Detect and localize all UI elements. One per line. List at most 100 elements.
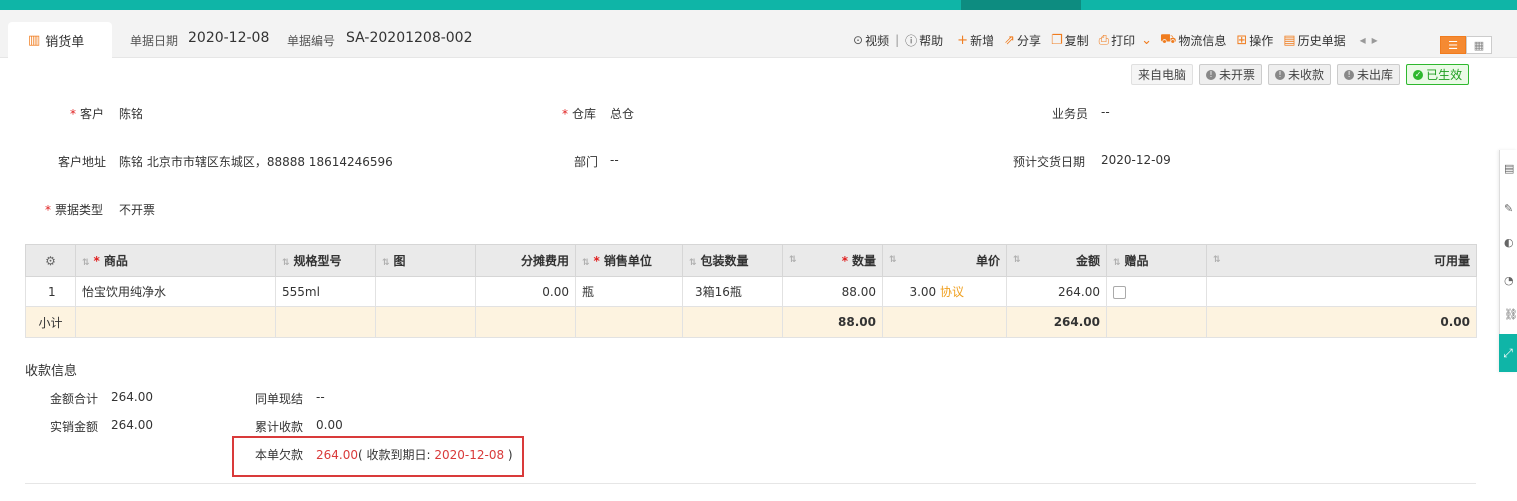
check-icon: ✓ [1413, 69, 1424, 80]
column-header-image[interactable]: ⇅ 图 [375, 244, 476, 277]
cell-gift[interactable] [1106, 276, 1207, 307]
print-label: 打印 [1111, 33, 1136, 48]
add-button[interactable]: + 新增 [957, 32, 994, 49]
next-arrow-icon[interactable]: ▸ [1372, 33, 1378, 47]
history-button[interactable]: ▤ 历史单据 [1283, 32, 1345, 49]
available-header-text: 可用量 [1433, 254, 1470, 268]
column-header-pack[interactable]: ⇅ 包装数量 [682, 244, 783, 277]
column-header-unit[interactable]: ⇅ * 销售单位 [575, 244, 683, 277]
logistics-label: 物流信息 [1178, 33, 1227, 48]
printer-icon: ⎙ [1098, 32, 1110, 48]
status-dot-icon: ! [1275, 69, 1286, 80]
document-icon: ▤ [1283, 32, 1296, 48]
cell-image[interactable] [375, 276, 476, 307]
settle-value[interactable]: -- [316, 390, 325, 404]
copy-button[interactable]: ❐ 复制 [1051, 32, 1089, 49]
column-header-product[interactable]: ⇅ * 商品 [75, 244, 276, 277]
subtotal-empty [475, 306, 576, 338]
column-header-price[interactable]: ⇅ 单价 [882, 244, 1007, 277]
delivery-date-label: 预计交货日期 [1013, 155, 1086, 169]
expand-button[interactable]: ⤢ [1499, 334, 1517, 372]
table-row[interactable]: 1 怡宝饮用纯净水 555ml 0.00 瓶 3箱16瓶 88.00 3.00 … [25, 276, 1477, 307]
bottom-divider [25, 483, 1476, 484]
clock-icon[interactable]: ◔ [1504, 274, 1514, 287]
qty-header-text: 数量 [851, 254, 876, 268]
edit-icon[interactable]: ✎ [1504, 202, 1513, 215]
subtotal-row: 小计 88.00 264.00 0.00 [25, 306, 1477, 338]
question-icon: ⓘ [905, 33, 918, 48]
invoice-status-badge: ! 未开票 [1199, 64, 1263, 85]
cell-amount[interactable]: 264.00 [1006, 276, 1107, 307]
cell-pack[interactable]: 3箱16瓶 [682, 276, 783, 307]
subtotal-empty [882, 306, 1007, 338]
customer-value[interactable]: 陈铭 [119, 105, 143, 122]
line-items-table: ⚙ ⇅ * 商品 ⇅ 规格型号 ⇅ 图 分摊费用 ⇅ * 销售单位 ⇅ 包装数量 ⇅ * 数量 ⇅… [25, 244, 1477, 338]
card-view-button[interactable]: ▦ [1466, 36, 1492, 54]
copy-label: 复制 [1064, 33, 1089, 48]
status-badges: 来自电脑 ! 未开票 ! 未收款 ! 未出库 ✓ 已生效 [1131, 64, 1470, 85]
cell-price[interactable]: 3.00 协议 [882, 276, 1007, 307]
cell-available [1206, 276, 1477, 307]
cell-product[interactable]: 怡宝饮用纯净水 [75, 276, 276, 307]
share-button[interactable]: ⇗ 分享 [1004, 32, 1041, 49]
doc-date-label: 单据日期 [130, 34, 179, 48]
image-header-text: 图 [393, 254, 406, 268]
settle-label: 同单现结 [255, 392, 304, 406]
address-label: 客户地址 [58, 155, 107, 169]
salesperson-value[interactable]: -- [1101, 105, 1110, 119]
note-icon[interactable]: ▤ [1504, 162, 1514, 175]
column-header-spec[interactable]: ⇅ 规格型号 [275, 244, 376, 277]
product-header-text: 商品 [103, 254, 128, 268]
grid-icon: ⊞ [1236, 32, 1248, 48]
prev-arrow-icon[interactable]: ◂ [1360, 33, 1366, 47]
coin-icon[interactable]: ◐ [1504, 236, 1514, 249]
warehouse-label: * 仓库 [562, 107, 597, 121]
delivery-date-value[interactable]: 2020-12-09 [1101, 153, 1171, 167]
column-header-shared-cost[interactable]: 分摊费用 [475, 244, 576, 277]
spec-header-text: 规格型号 [293, 254, 342, 268]
column-header-available[interactable]: ⇅ 可用量 [1206, 244, 1477, 277]
link-icon[interactable]: ⛓ [1504, 308, 1517, 321]
effective-status-label: 已生效 [1426, 68, 1463, 82]
invoice-type-value[interactable]: 不开票 [119, 201, 155, 218]
department-value[interactable]: -- [610, 153, 619, 167]
video-button[interactable]: ⊙ 视频 [853, 32, 889, 49]
column-header-amount[interactable]: ⇅ 金额 [1006, 244, 1107, 277]
status-dot-icon: ! [1206, 69, 1217, 80]
cards-icon: ▦ [1473, 38, 1485, 52]
top-accent-segment [961, 0, 1081, 10]
chart-icon: ▥ [28, 32, 41, 48]
subtotal-qty: 88.00 [782, 306, 883, 338]
department-label: 部门 [574, 155, 599, 169]
price-header-text: 单价 [975, 254, 1000, 268]
source-badge-label: 来自电脑 [1138, 68, 1187, 82]
warehouse-value[interactable]: 总仓 [610, 105, 634, 122]
operate-button[interactable]: ⊞ 操作 [1236, 32, 1273, 49]
doc-no-label: 单据编号 [287, 34, 336, 48]
column-header-gift[interactable]: ⇅ 赠品 [1106, 244, 1207, 277]
logistics-button[interactable]: ⛟ 物流信息 [1160, 32, 1226, 49]
print-button[interactable]: ⎙ 打印 ⌄ [1099, 32, 1154, 49]
cell-unit[interactable]: 瓶 [575, 276, 683, 307]
invoice-status-label: 未开票 [1219, 68, 1256, 82]
help-button[interactable]: ⓘ 帮助 [905, 32, 943, 49]
row-index: 1 [25, 276, 76, 307]
cell-qty[interactable]: 88.00 [782, 276, 883, 307]
column-settings[interactable]: ⚙ [25, 244, 76, 277]
warehouse-label-text: 仓库 [572, 107, 597, 121]
amount-header-text: 金额 [1075, 254, 1100, 268]
column-header-qty[interactable]: ⇅ * 数量 [782, 244, 883, 277]
tab-sales-order[interactable]: ▥ 销货单 [8, 22, 112, 58]
cell-spec[interactable]: 555ml [275, 276, 376, 307]
address-value[interactable]: 陈铭 北京市市辖区东城区，88888 18614246596 [119, 153, 393, 170]
list-view-button[interactable]: ☰ [1440, 36, 1466, 54]
subtotal-amount: 264.00 [1006, 306, 1107, 338]
gift-checkbox[interactable] [1113, 285, 1126, 299]
operate-label: 操作 [1249, 33, 1274, 48]
play-icon: ⊙ [853, 33, 864, 47]
toolbar: ⊙ 视频 | ⓘ 帮助 + 新增 ⇗ 分享 ❐ 复制 ⎙ 打印 ⌄ ⛟ 物流信息 ⊞ 操作 ▤ 历史… [853, 32, 1378, 48]
truck-icon: ⛟ [1160, 31, 1177, 47]
status-dot-icon: ! [1344, 69, 1355, 80]
cell-shared-cost[interactable]: 0.00 [475, 276, 576, 307]
subtotal-empty [682, 306, 783, 338]
